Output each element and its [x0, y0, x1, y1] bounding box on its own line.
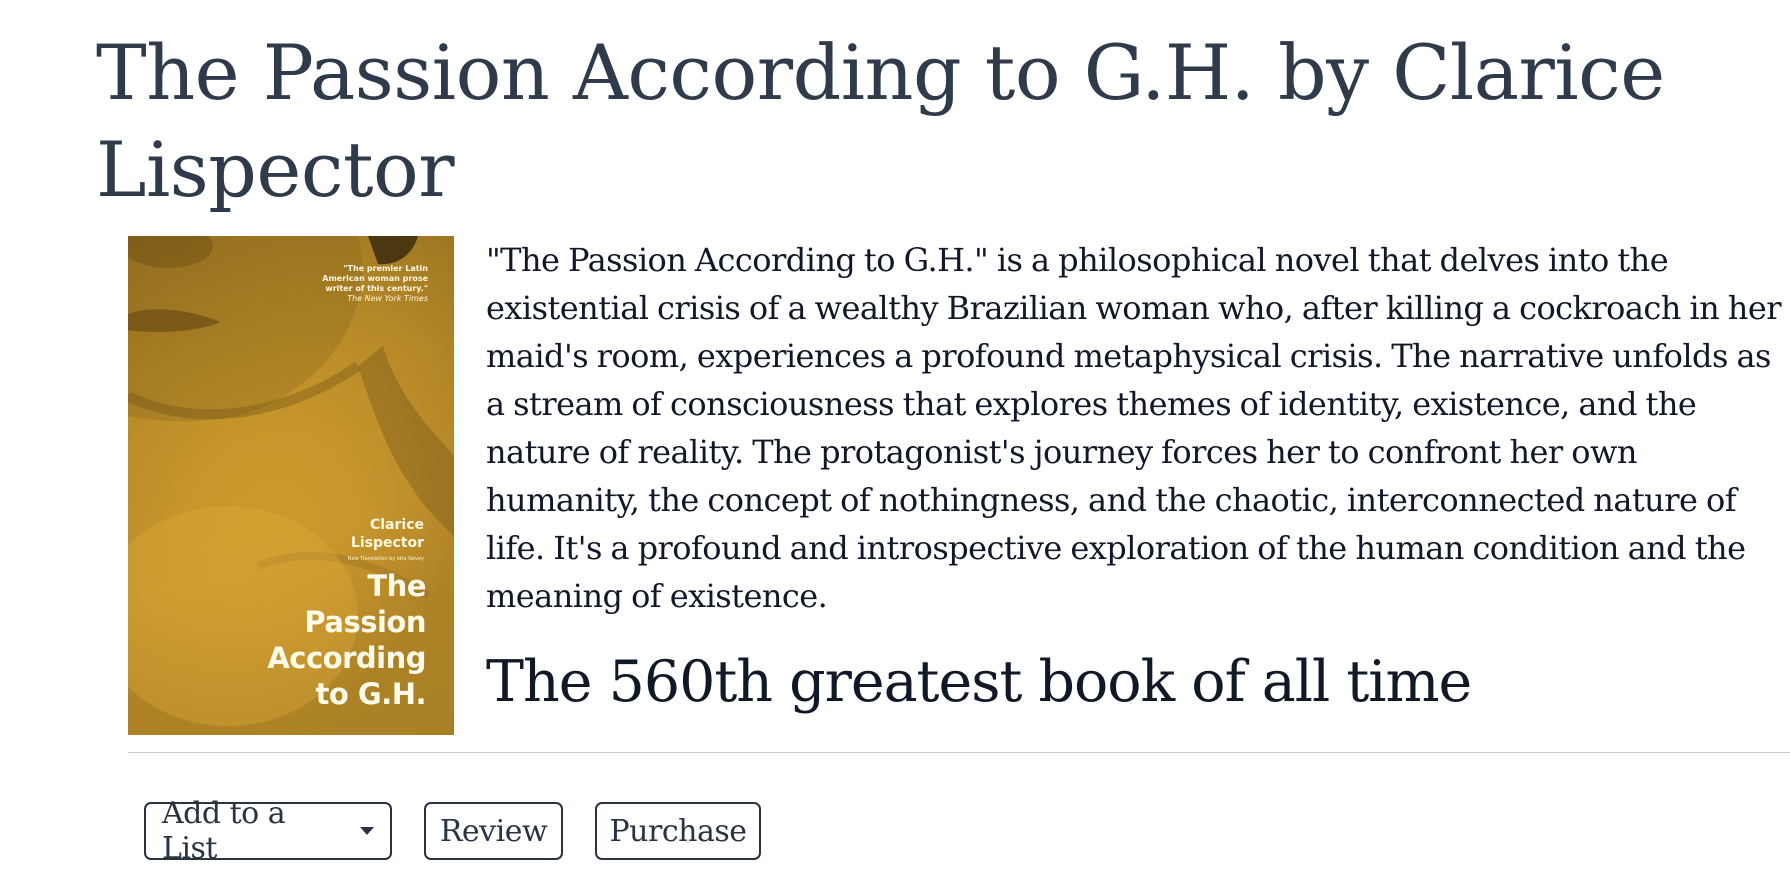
book-rank: The 560th greatest book of all time — [486, 649, 1472, 715]
cover-author-last: Lispector — [350, 535, 424, 551]
purchase-label: Purchase — [609, 813, 748, 849]
cover-title-line: to G.H. — [315, 677, 427, 711]
cover-quote-line: writer of this century." — [325, 284, 428, 293]
cover-quote-line: American woman prose — [322, 274, 428, 283]
book-description: "The Passion According to G.H." is a phi… — [486, 241, 1782, 615]
cover-title-line: The — [367, 569, 426, 603]
cover-quote: "The premier Latin American woman prose … — [288, 264, 428, 304]
cover-author-first: Clarice — [369, 517, 424, 533]
page-title: The Passion According to G.H. by Clarice… — [96, 28, 1665, 214]
review-button[interactable]: Review — [424, 802, 563, 860]
cover-title-line: Passion — [304, 605, 426, 639]
chevron-down-icon — [360, 827, 374, 835]
cover-translator: New Translation by Idra Novey — [347, 556, 424, 562]
add-to-list-label: Add to a List — [162, 796, 286, 866]
add-to-list-button[interactable]: Add to a List — [144, 796, 392, 866]
section-divider — [128, 752, 1790, 753]
cover-author: Clarice Lispector — [284, 516, 424, 552]
cover-title-line: According — [267, 641, 426, 675]
cover-title: The Passion According to G.H. — [226, 568, 426, 712]
purchase-button[interactable]: Purchase — [595, 802, 761, 860]
cover-quote-source: The New York Times — [347, 294, 428, 303]
review-label: Review — [439, 813, 548, 849]
book-cover-image: "The premier Latin American woman prose … — [128, 236, 454, 735]
cover-quote-line: "The premier Latin — [343, 264, 428, 273]
